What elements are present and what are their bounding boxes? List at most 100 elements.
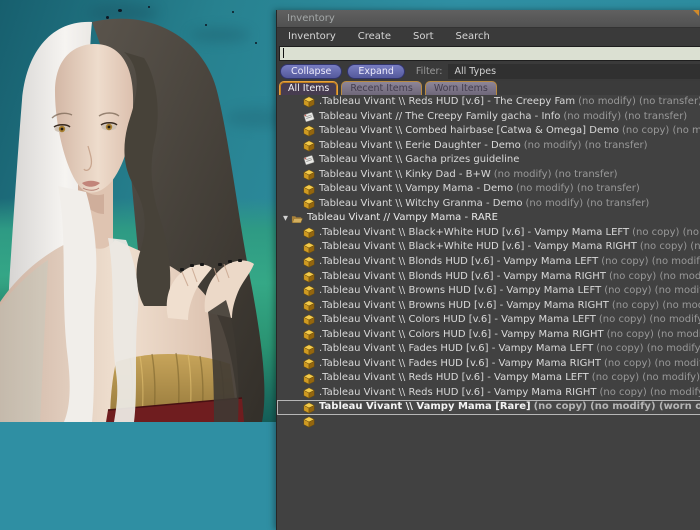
menu-sort[interactable]: Sort (402, 31, 445, 42)
object-icon (303, 242, 315, 254)
item-perms: (no modify) (no transfer) (524, 139, 648, 154)
list-item[interactable]: ▼ Tableau Vivant (277, 400, 700, 415)
object-icon (303, 358, 315, 370)
object-icon (303, 125, 315, 137)
item-perms: (no copy) (no modify) (609, 270, 700, 285)
window-title: Inventory (287, 13, 335, 24)
list-item[interactable]: ▼ .Tableau Vivant (277, 284, 700, 299)
list-item[interactable]: ▼ .Tableau Vivant (277, 255, 700, 270)
item-perms: (no modify) (no transfer) (578, 95, 700, 110)
item-name: .Tableau Vivant \\ Black+White HUD [v.6]… (319, 240, 637, 255)
object-icon (303, 329, 315, 341)
object-icon (303, 373, 315, 385)
item-name: Tableau Vivant \\ Vampy Mama [Rare] (319, 400, 531, 415)
item-perms: (no copy) (no modify) (596, 342, 700, 357)
list-item[interactable]: ▼ (277, 415, 700, 430)
expand-button[interactable]: Expand (347, 64, 405, 79)
filter-value[interactable]: All Types (448, 64, 700, 79)
list-item[interactable]: ▼ .Tableau Vivant (277, 226, 700, 241)
list-item[interactable]: ▼ .Tableau Vivant (277, 240, 700, 255)
item-name: .Tableau Vivant \\ Reds HUD [v.6] - The … (319, 95, 575, 110)
item-name: .Tableau Vivant \\ Black+White HUD [v.6]… (319, 226, 629, 241)
filter-label: Filter: (416, 66, 443, 77)
item-name: .Tableau Vivant \\ Browns HUD [v.6] - Va… (319, 284, 601, 299)
tab-recent-items[interactable]: Recent Items (341, 81, 421, 96)
item-perms: (no copy) (no modify) (worn on Skull) (534, 400, 700, 415)
object-icon (303, 96, 315, 108)
list-item[interactable]: ▼ Tableau Vivant (277, 211, 700, 226)
search-row (277, 44, 700, 62)
list-item[interactable]: ▼ Tableau Vivant (277, 153, 700, 168)
tab-worn-items[interactable]: Worn Items (425, 81, 497, 96)
chevron-down-icon[interactable]: ▼ (281, 211, 290, 226)
notecard-icon (303, 154, 315, 166)
object-icon (303, 227, 315, 239)
item-perms: (no modify) (no transfer) (494, 168, 618, 183)
list-item[interactable]: ▼ .Tableau Vivant (277, 313, 700, 328)
item-perms: (no copy) (no modify) (632, 226, 700, 241)
notecard-icon (303, 111, 315, 123)
item-name: Tableau Vivant \\ Eerie Daughter - Demo (319, 139, 521, 154)
list-item[interactable]: ▼ .Tableau Vivant (277, 270, 700, 285)
object-icon (303, 140, 315, 152)
search-input[interactable] (279, 46, 700, 61)
item-name: Tableau Vivant \\ Gacha prizes guideline (319, 153, 519, 168)
item-name: .Tableau Vivant \\ Reds HUD [v.6] - Vamp… (319, 386, 597, 401)
list-item[interactable]: ▼ .Tableau Vivant (277, 328, 700, 343)
tab-bar: All Items Recent Items Worn Items (277, 81, 700, 96)
object-icon (303, 169, 315, 181)
item-name: Tableau Vivant \\ Witchy Granma - Demo (319, 197, 522, 212)
item-name: .Tableau Vivant \\ Colors HUD [v.6] - Va… (319, 328, 604, 343)
item-name: Tableau Vivant // The Creepy Family gach… (319, 110, 560, 125)
list-item[interactable]: ▼ .Tableau Vivant (277, 95, 700, 110)
menu-create[interactable]: Create (347, 31, 402, 42)
item-perms: (no copy) (no modify) (612, 299, 700, 314)
list-item[interactable]: ▼ Tableau Vivant (277, 168, 700, 183)
list-item[interactable]: ▼ .Tableau Vivant (277, 357, 700, 372)
avatar-figure (0, 0, 280, 422)
filter-toolbar: Collapse Expand Filter: All Types (277, 62, 700, 81)
item-name: .Tableau Vivant \\ Fades HUD [v.6] - Vam… (319, 357, 601, 372)
list-item[interactable]: ▼ Tableau Vivant (277, 139, 700, 154)
tab-all-items[interactable]: All Items (279, 81, 338, 96)
object-icon (303, 416, 315, 428)
item-perms: (no copy) (no modify) (607, 328, 700, 343)
item-name: .Tableau Vivant \\ Reds HUD [v.6] - Vamp… (319, 371, 589, 386)
item-name: .Tableau Vivant \\ Browns HUD [v.6] - Va… (319, 299, 609, 314)
item-name: .Tableau Vivant \\ Blonds HUD [v.6] - Va… (319, 270, 606, 285)
menu-inventory[interactable]: Inventory (277, 31, 347, 42)
menu-search[interactable]: Search (445, 31, 501, 42)
inventory-window: Inventory Inventory Create Sort Search C… (276, 10, 700, 530)
list-item[interactable]: ▼ .Tableau Vivant (277, 386, 700, 401)
item-perms: (no copy) (no modify) (640, 240, 700, 255)
list-item[interactable]: ▼ .Tableau Vivant (277, 342, 700, 357)
list-item[interactable]: ▼ Tableau Vivant (277, 182, 700, 197)
list-item[interactable]: ▼ Tableau Vivant (277, 197, 700, 212)
window-titlebar[interactable]: Inventory (277, 10, 700, 28)
collapse-button[interactable]: Collapse (280, 64, 342, 79)
item-perms: (no copy) (no modify) (599, 313, 700, 328)
item-perms: (no copy) (no modify) (no transfer) (622, 124, 700, 139)
item-perms: (no copy) (no modify) (604, 284, 700, 299)
item-name: Tableau Vivant \\ Kinky Dad - B+W (319, 168, 491, 183)
item-name: .Tableau Vivant \\ Fades HUD [v.6] - Vam… (319, 342, 593, 357)
object-icon (303, 271, 315, 283)
item-perms: (no modify) (no transfer) (563, 110, 687, 125)
item-perms: (no copy) (no modify) (600, 386, 700, 401)
item-name: .Tableau Vivant \\ Blonds HUD [v.6] - Va… (319, 255, 598, 270)
item-perms: (no copy) (no modify) (604, 357, 700, 372)
object-icon (303, 256, 315, 268)
list-item[interactable]: ▼ Tableau Vivant (277, 110, 700, 125)
list-item[interactable]: ▼ .Tableau Vivant (277, 371, 700, 386)
item-perms: (no modify) (no transfer) (516, 182, 640, 197)
window-resize-mark (693, 10, 699, 16)
list-item[interactable]: ▼ .Tableau Vivant (277, 299, 700, 314)
object-icon (303, 344, 315, 356)
item-list: ▼ .Tableau Vivant (277, 95, 700, 530)
folder-icon (291, 213, 303, 225)
list-item[interactable]: ▼ Tableau Vivant (277, 124, 700, 139)
item-perms: (no copy) (no modify) (592, 371, 700, 386)
menu-bar: Inventory Create Sort Search (277, 28, 700, 44)
item-name: Tableau Vivant // Vampy Mama - RARE (307, 211, 498, 226)
item-name: .Tableau Vivant \\ Colors HUD [v.6] - Va… (319, 313, 596, 328)
